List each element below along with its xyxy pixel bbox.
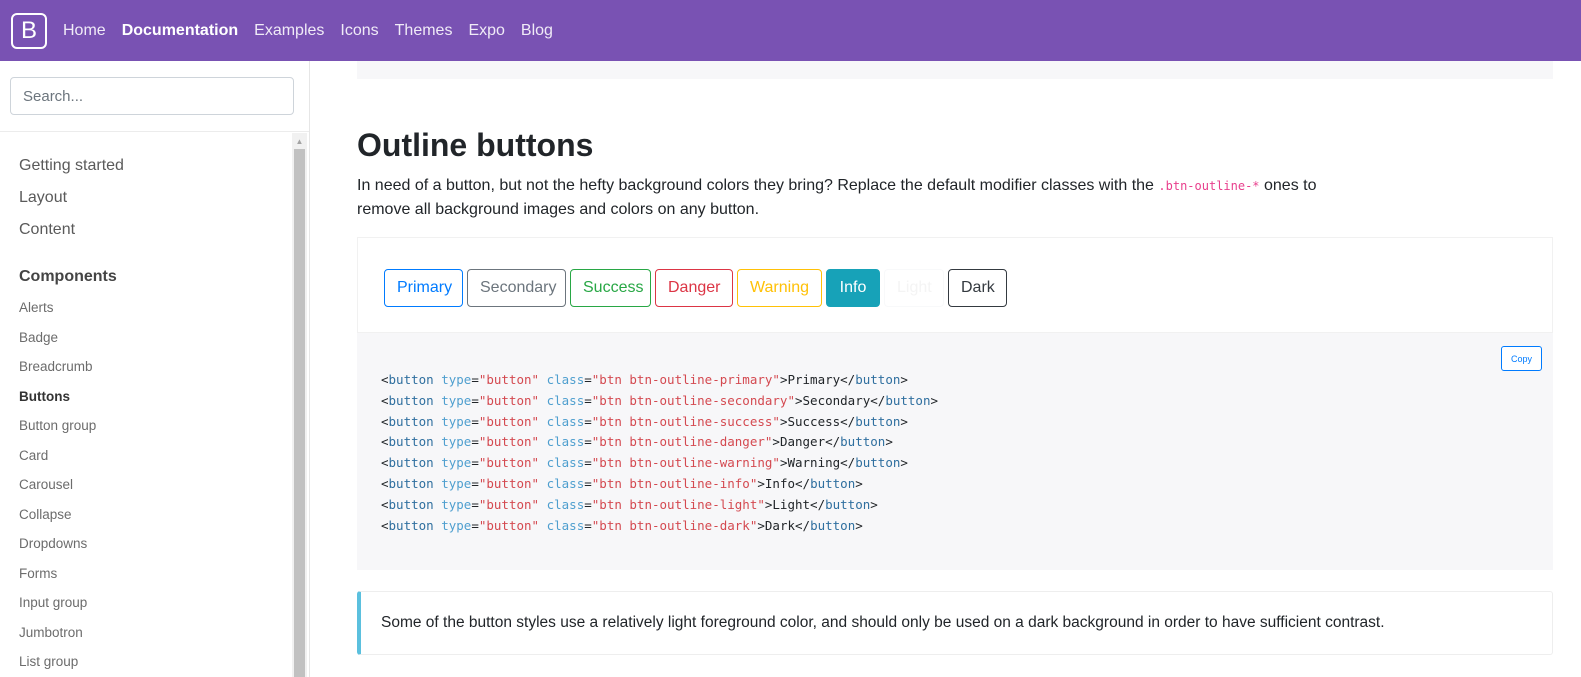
- code-line: <button type="button" class="btn btn-out…: [381, 517, 863, 533]
- sidebar-scrollbar[interactable]: ▲: [292, 133, 307, 677]
- sidebar-item-list-group[interactable]: List group: [0, 647, 292, 677]
- sidebar-item-collapse[interactable]: Collapse: [0, 500, 292, 530]
- sidebar-item-input-group[interactable]: Input group: [0, 588, 292, 618]
- nav-link-documentation[interactable]: Documentation: [114, 0, 246, 61]
- sidebar-group-components[interactable]: Components: [0, 261, 292, 293]
- nav-link-themes[interactable]: Themes: [387, 0, 461, 61]
- sidebar-item-alerts[interactable]: Alerts: [0, 293, 292, 323]
- outline-light-button[interactable]: Light: [884, 269, 944, 307]
- code-line: <button type="button" class="btn btn-out…: [381, 413, 908, 429]
- buttons-example: Primary Secondary Success Danger Warning…: [357, 237, 1553, 333]
- nav-link-blog[interactable]: Blog: [513, 0, 561, 61]
- scrollbar-thumb[interactable]: [294, 149, 305, 677]
- nav-link-icons[interactable]: Icons: [332, 0, 386, 61]
- description-text-start: In need of a button, but not the hefty b…: [357, 177, 1159, 194]
- callout-text: Some of the button styles use a relative…: [381, 614, 1385, 631]
- sidebar-item-dropdowns[interactable]: Dropdowns: [0, 529, 292, 559]
- top-navbar: B Home Documentation Examples Icons Them…: [0, 0, 1581, 61]
- code-snippet: Copy <button type="button" class="btn bt…: [357, 333, 1553, 570]
- search-container: [0, 61, 309, 132]
- code-line: <button type="button" class="btn btn-out…: [381, 496, 878, 512]
- sidebar-item-forms[interactable]: Forms: [0, 559, 292, 589]
- main-content: Outline buttons In need of a button, but…: [310, 61, 1581, 677]
- code-line: <button type="button" class="btn btn-out…: [381, 434, 893, 450]
- sidebar-item-breadcrumb[interactable]: Breadcrumb: [0, 352, 292, 382]
- sidebar-item-badge[interactable]: Badge: [0, 323, 292, 353]
- nav-link-examples[interactable]: Examples: [246, 0, 332, 61]
- outline-warning-button[interactable]: Warning: [737, 269, 822, 307]
- outline-success-button[interactable]: Success: [570, 269, 651, 307]
- outline-primary-button[interactable]: Primary: [384, 269, 463, 307]
- outline-danger-button[interactable]: Danger: [655, 269, 733, 307]
- outline-dark-button[interactable]: Dark: [948, 269, 1007, 307]
- bootstrap-logo[interactable]: B: [11, 12, 47, 49]
- sidebar-group-content[interactable]: Content: [0, 214, 292, 246]
- scroll-up-arrow-icon[interactable]: ▲: [292, 133, 307, 149]
- outline-info-button[interactable]: Info: [826, 269, 880, 307]
- search-input[interactable]: [10, 77, 294, 115]
- info-callout: Some of the button styles use a relative…: [357, 591, 1553, 655]
- code-line: <button type="button" class="btn btn-out…: [381, 455, 908, 471]
- section-title: Outline buttons: [357, 127, 594, 163]
- sidebar-item-carousel[interactable]: Carousel: [0, 470, 292, 500]
- nav-link-home[interactable]: Home: [55, 0, 114, 61]
- nav-link-expo[interactable]: Expo: [460, 0, 512, 61]
- code-block: <button type="button" class="btn btn-out…: [381, 370, 938, 536]
- sidebar: Getting started Layout Content Component…: [0, 61, 310, 677]
- sidebar-item-card[interactable]: Card: [0, 441, 292, 471]
- code-line: <button type="button" class="btn btn-out…: [381, 372, 908, 387]
- sidebar-group-getting-started[interactable]: Getting started: [0, 150, 292, 182]
- main-nav: Home Documentation Examples Icons Themes…: [55, 0, 561, 61]
- sidebar-item-jumbotron[interactable]: Jumbotron: [0, 618, 292, 648]
- sidebar-item-button-group[interactable]: Button group: [0, 411, 292, 441]
- docs-nav: Getting started Layout Content Component…: [0, 133, 292, 677]
- code-line: <button type="button" class="btn btn-out…: [381, 475, 863, 491]
- section-description: In need of a button, but not the hefty b…: [357, 174, 1317, 222]
- sidebar-item-buttons[interactable]: Buttons: [0, 382, 292, 412]
- button-row: Primary Secondary Success Danger Warning…: [384, 269, 1011, 307]
- copy-button[interactable]: Copy: [1501, 346, 1542, 371]
- sidebar-group-layout[interactable]: Layout: [0, 182, 292, 214]
- code-line: <button type="button" class="btn btn-out…: [381, 392, 938, 408]
- inline-code: .btn-outline-*: [1158, 179, 1260, 193]
- previous-code-block: [357, 61, 1553, 79]
- outline-secondary-button[interactable]: Secondary: [467, 269, 566, 307]
